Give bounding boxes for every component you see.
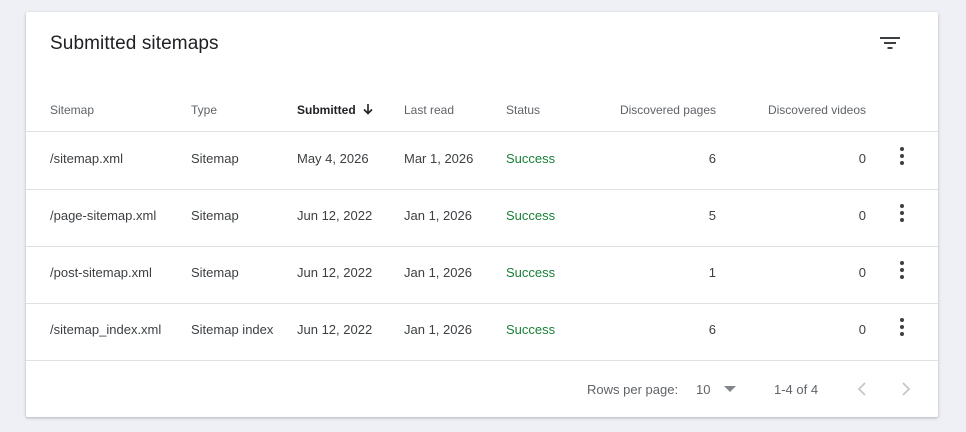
cell-last-read: Mar 1, 2026 (404, 151, 474, 166)
cell-submitted: Jun 12, 2022 (297, 208, 373, 223)
rows-per-page-select[interactable]: 10 (696, 376, 742, 402)
cell-discovered-pages: 6 (708, 151, 716, 166)
cell-sitemap: /post-sitemap.xml (50, 265, 152, 280)
pagination-range: 1-4 of 4 (774, 382, 819, 397)
cell-discovered-pages: 5 (708, 208, 716, 223)
header-type[interactable]: Type (191, 103, 217, 117)
chevron-left-icon (857, 382, 866, 396)
next-page-button[interactable] (894, 377, 918, 401)
cell-discovered-videos: 0 (858, 208, 866, 223)
cell-discovered-videos: 0 (858, 322, 866, 337)
rows-per-page-label: Rows per page: (587, 382, 679, 397)
header-submitted-label: Submitted (297, 103, 356, 117)
cell-discovered-videos: 0 (858, 151, 866, 166)
table-row[interactable]: /post-sitemap.xml Sitemap Jun 12, 2022 J… (26, 247, 938, 304)
cell-type: Sitemap index (191, 322, 274, 337)
cell-type: Sitemap (191, 151, 239, 166)
card-title: Submitted sitemaps (50, 33, 219, 54)
status-badge: Success (506, 151, 556, 166)
cell-last-read: Jan 1, 2026 (404, 208, 472, 223)
table-row[interactable]: /page-sitemap.xml Sitemap Jun 12, 2022 J… (26, 190, 938, 247)
header-status[interactable]: Status (506, 103, 540, 117)
cell-discovered-videos: 0 (858, 265, 866, 280)
cell-sitemap: /sitemap_index.xml (50, 322, 162, 337)
filter-list-icon (880, 37, 900, 49)
header-discovered-videos[interactable]: Discovered videos (768, 103, 866, 117)
cell-type: Sitemap (191, 265, 239, 280)
sitemaps-card: Submitted sitemaps Sitemap Type Submitte… (26, 12, 938, 417)
more-vert-icon[interactable] (892, 203, 912, 223)
filter-button[interactable] (874, 27, 906, 59)
header-submitted[interactable]: Submitted (297, 103, 374, 117)
more-vert-icon[interactable] (892, 317, 912, 337)
arrow-down-icon (363, 103, 373, 115)
cell-submitted: Jun 12, 2022 (297, 265, 373, 280)
cell-discovered-pages: 1 (708, 265, 716, 280)
cell-submitted: May 4, 2026 (297, 151, 369, 166)
previous-page-button[interactable] (850, 377, 874, 401)
cell-sitemap: /sitemap.xml (50, 151, 123, 166)
status-badge: Success (506, 208, 556, 223)
cell-type: Sitemap (191, 208, 239, 223)
cell-last-read: Jan 1, 2026 (404, 322, 472, 337)
more-vert-icon[interactable] (892, 146, 912, 166)
cell-discovered-pages: 6 (708, 322, 716, 337)
dropdown-arrow-icon (724, 386, 736, 392)
table-header: Sitemap Type Submitted Last read Status … (26, 74, 938, 132)
more-vert-icon[interactable] (892, 260, 912, 280)
header-discovered-pages[interactable]: Discovered pages (620, 103, 716, 117)
status-badge: Success (506, 265, 556, 280)
status-badge: Success (506, 322, 556, 337)
rows-per-page-value: 10 (696, 382, 711, 397)
cell-last-read: Jan 1, 2026 (404, 265, 472, 280)
table-row[interactable]: /sitemap_index.xml Sitemap index Jun 12,… (26, 304, 938, 361)
header-sitemap[interactable]: Sitemap (50, 103, 94, 117)
chevron-right-icon (902, 382, 911, 396)
cell-submitted: Jun 12, 2022 (297, 322, 373, 337)
pagination-footer: Rows per page: 10 1-4 of 4 (26, 362, 938, 416)
header-last-read[interactable]: Last read (404, 103, 454, 117)
cell-sitemap: /page-sitemap.xml (50, 208, 157, 223)
table-row[interactable]: /sitemap.xml Sitemap May 4, 2026 Mar 1, … (26, 133, 938, 190)
